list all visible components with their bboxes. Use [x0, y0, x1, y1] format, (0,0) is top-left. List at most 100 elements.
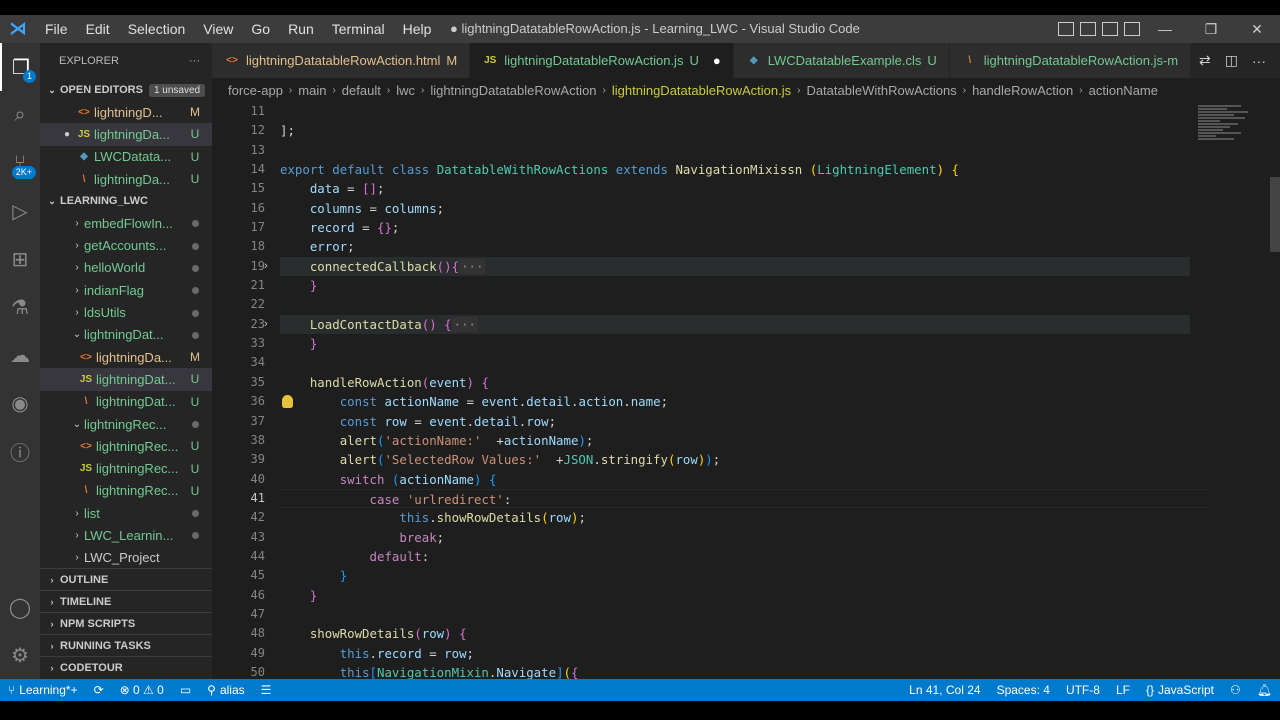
feedback-icon[interactable]: ⚇	[1222, 683, 1249, 697]
org-alias-item[interactable]: ⚲ alias	[199, 683, 252, 697]
toggle-sidebar-icon[interactable]	[1058, 22, 1074, 36]
folder-item[interactable]: ⌄ lightningRec...	[40, 413, 212, 435]
code-line-folded[interactable]: connectedCallback(){···	[280, 256, 1190, 277]
breadcrumb-item[interactable]: DatatableWithRowActions	[806, 83, 956, 98]
run-debug-icon[interactable]: ▷	[0, 187, 40, 235]
github-icon[interactable]: ◉	[0, 379, 40, 427]
breadcrumb-item[interactable]: lightningDatatableRowAction	[430, 83, 596, 98]
breadcrumb-item[interactable]: default	[342, 83, 381, 98]
tab-xml[interactable]: \ lightningDatatableRowAction.js-m	[949, 43, 1192, 78]
cursor-position[interactable]: Ln 41, Col 24	[901, 683, 988, 697]
open-editor-item[interactable]: ◆ LWCDatata... U	[40, 146, 212, 168]
menu-item-go[interactable]: Go	[242, 15, 279, 43]
folder-item[interactable]: › LWC_Learnin...	[40, 524, 212, 546]
code-editor[interactable]: 11 12 13 14 15 16 17 18 19 21 22 23 33 34 35 36 37 38 39 40…	[212, 102, 1280, 679]
dirty-dot[interactable]: ●	[64, 129, 76, 140]
tab-html[interactable]: <> lightningDatatableRowAction.html M	[212, 43, 471, 78]
problems-indicator[interactable]: ⊗ 0 ⚠ 0	[112, 683, 172, 697]
open-editor-item[interactable]: <> lightningD... M	[40, 101, 212, 123]
folder-item[interactable]: › ldsUtils	[40, 301, 212, 323]
encoding[interactable]: UTF-8	[1058, 683, 1108, 697]
workspace-section[interactable]: ⌄ LEARNING_LWC	[40, 190, 212, 212]
section-timeline[interactable]: › TIMELINE	[40, 590, 212, 612]
lightbulb-icon[interactable]	[282, 395, 293, 409]
code-line[interactable]: const row = event.detail.row;	[280, 412, 1210, 431]
code-line[interactable]: }	[280, 334, 1210, 353]
code-line[interactable]: }	[280, 586, 1210, 605]
code-line[interactable]	[280, 141, 1210, 160]
close-window-button[interactable]: ✕	[1234, 21, 1280, 38]
menu-item-file[interactable]: File	[36, 15, 77, 43]
menu-item-terminal[interactable]: Terminal	[323, 15, 394, 43]
section-npm-scripts[interactable]: › NPM SCRIPTS	[40, 612, 212, 634]
breadcrumb-item[interactable]: lwc	[396, 83, 415, 98]
file-item[interactable]: \ lightningRec... U	[40, 480, 212, 502]
code-line[interactable]: alert('SelectedRow Values:' +JSON.string…	[280, 450, 1210, 469]
info-icon[interactable]: ⓘ	[0, 427, 40, 475]
minimize-button[interactable]: —	[1142, 21, 1188, 37]
file-item[interactable]: JS lightningRec... U	[40, 457, 212, 479]
code-line-current[interactable]: case 'urlredirect':	[280, 488, 1210, 509]
code-line[interactable]: switch (actionName) {	[280, 470, 1210, 489]
account-icon[interactable]: ◯	[0, 583, 40, 631]
folder-item[interactable]: › helloWorld	[40, 257, 212, 279]
file-item[interactable]: \ lightningDat... U	[40, 391, 212, 413]
more-actions-icon[interactable]: ···	[1252, 53, 1266, 69]
code-line[interactable]: data = [];	[280, 179, 1210, 198]
explorer-icon[interactable]: ❐ 1	[0, 43, 40, 91]
code-line[interactable]: record = {};	[280, 218, 1210, 237]
code-line[interactable]: showRowDetails(row) {	[280, 624, 1210, 643]
code-line[interactable]	[280, 102, 1210, 121]
breadcrumb-item[interactable]: main	[298, 83, 326, 98]
menu-item-selection[interactable]: Selection	[119, 15, 195, 43]
breadcrumb-item[interactable]: handleRowAction	[972, 83, 1073, 98]
tab-js[interactable]: JS lightningDatatableRowAction.js U ●	[470, 43, 734, 78]
code-line[interactable]: alert('actionName:' +actionName);	[280, 431, 1210, 450]
menu-item-help[interactable]: Help	[394, 15, 441, 43]
menu-lines-icon[interactable]: ☰	[253, 683, 280, 697]
salesforce-cloud-icon[interactable]: ☁	[0, 331, 40, 379]
code-line[interactable]: handleRowAction(event) {	[280, 373, 1210, 392]
breadcrumb-item[interactable]: force-app	[228, 83, 283, 98]
code-line[interactable]: }	[280, 566, 1210, 585]
compare-changes-icon[interactable]: ⇄	[1199, 52, 1211, 69]
indentation[interactable]: Spaces: 4	[989, 683, 1058, 697]
code-line[interactable]: error;	[280, 237, 1210, 256]
layout-controls[interactable]	[1058, 15, 1140, 43]
menu-item-run[interactable]: Run	[279, 15, 323, 43]
code-line[interactable]: columns = columns;	[280, 199, 1210, 218]
language-mode[interactable]: {} JavaScript	[1138, 683, 1222, 697]
code-line[interactable]	[280, 353, 1210, 372]
section-running-tasks[interactable]: › RUNNING TASKS	[40, 634, 212, 656]
restore-button[interactable]: ❐	[1188, 21, 1234, 38]
menu-item-edit[interactable]: Edit	[77, 15, 119, 43]
file-item[interactable]: JS lightningDat... U	[40, 368, 212, 391]
code-line[interactable]: this.showRowDetails(row);	[280, 508, 1210, 527]
source-control-icon[interactable]: ⑂ 2K+	[0, 139, 40, 187]
menu-item-view[interactable]: View	[194, 15, 242, 43]
section-codetour[interactable]: › CODETOUR	[40, 656, 212, 678]
file-item[interactable]: <> lightningDa... M	[40, 346, 212, 368]
code-line[interactable]: export default class DatatableWithRowAct…	[280, 160, 1210, 179]
breadcrumb-item[interactable]: actionName	[1089, 83, 1158, 98]
folder-item[interactable]: › embedFlowIn...	[40, 212, 212, 234]
split-editor-icon[interactable]: ◫	[1225, 52, 1238, 69]
code-line[interactable]: break;	[280, 528, 1210, 547]
minimap[interactable]	[1190, 102, 1280, 679]
manage-gear-icon[interactable]: ⚙	[0, 631, 40, 679]
open-editor-item[interactable]: \ lightningDa... U	[40, 168, 212, 190]
tab-cls[interactable]: ◆ LWCDatatableExample.cls U	[733, 43, 950, 78]
code-content[interactable]: ]; export default class DatatableWithRow…	[280, 102, 1210, 679]
fold-expand-icon[interactable]: ›	[264, 315, 268, 334]
fold-expand-icon[interactable]: ›	[264, 257, 268, 276]
folder-item[interactable]: › list	[40, 502, 212, 524]
explorer-more-icon[interactable]: ···	[189, 55, 200, 67]
breadcrumb-item[interactable]: lightningDatatableRowAction.js	[612, 83, 791, 98]
folder-item[interactable]: › LWC_Project	[40, 547, 212, 569]
vertical-scrollbar[interactable]	[1270, 177, 1280, 252]
code-line[interactable]: }	[280, 276, 1210, 295]
git-branch-item[interactable]: ⑂ Learning*+	[0, 683, 86, 697]
toggle-secondary-sidebar-icon[interactable]	[1102, 22, 1118, 36]
unsaved-dot-close-button[interactable]: ●	[713, 53, 721, 68]
folder-item[interactable]: › indianFlag	[40, 279, 212, 301]
